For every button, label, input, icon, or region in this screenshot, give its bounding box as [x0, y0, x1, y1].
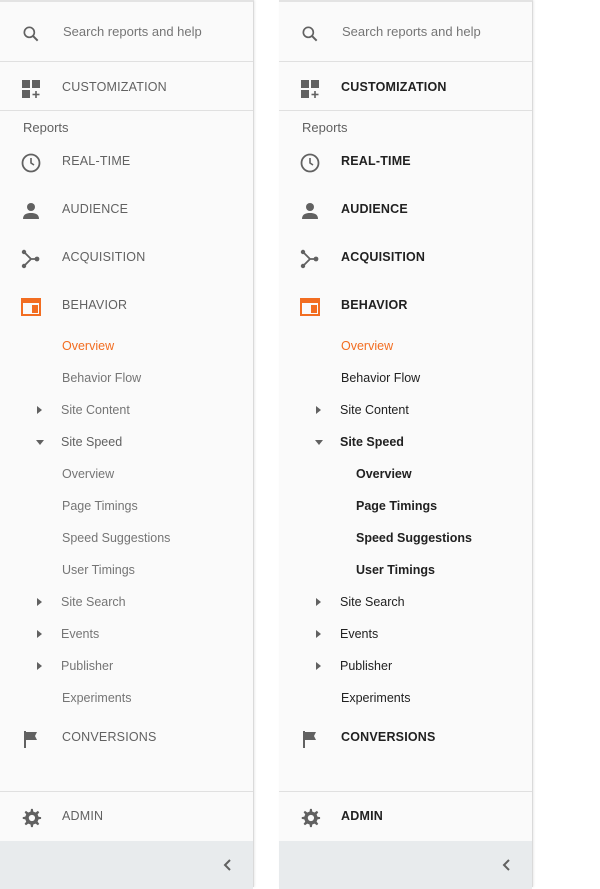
experiments[interactable]: Experiments	[341, 691, 410, 705]
site-search[interactable]: Site Search	[340, 595, 405, 609]
acquisition-icon	[21, 249, 40, 269]
nav-behavior[interactable]: BEHAVIOR	[279, 290, 532, 322]
nav-behavior-label: BEHAVIOR	[62, 298, 128, 312]
behavior-flow[interactable]: Behavior Flow	[62, 371, 141, 385]
nav-admin-label: ADMIN	[62, 809, 104, 823]
search-icon	[23, 26, 39, 42]
site-speed[interactable]: Site Speed	[61, 435, 122, 449]
nav-audience[interactable]: AUDIENCE	[0, 194, 253, 226]
divider	[0, 110, 253, 111]
nav-realtime[interactable]: REAL-TIME	[279, 146, 532, 178]
person-icon	[302, 203, 318, 219]
expand-arrow-icon[interactable]	[316, 406, 321, 414]
reports-heading: Reports	[23, 120, 69, 135]
events[interactable]: Events	[340, 627, 378, 641]
collapse-footer	[0, 841, 253, 889]
flag-icon	[24, 731, 37, 748]
speed-suggestions[interactable]: Speed Suggestions	[356, 531, 472, 545]
nav-acquisition-label: ACQUISITION	[62, 250, 146, 264]
nav-admin[interactable]: ADMIN	[0, 801, 253, 833]
nav-panel-left: Search reports and help CUSTOMIZATION Re…	[0, 0, 254, 889]
site-speed-overview[interactable]: Overview	[62, 467, 114, 481]
nav-realtime-label: REAL-TIME	[62, 154, 131, 168]
nav-customization-label: CUSTOMIZATION	[341, 80, 447, 94]
acquisition-icon	[300, 249, 319, 269]
nav-acquisition[interactable]: ACQUISITION	[279, 242, 532, 274]
nav-admin-label: ADMIN	[341, 809, 383, 823]
site-content[interactable]: Site Content	[61, 403, 130, 417]
search-placeholder[interactable]: Search reports and help	[342, 24, 481, 39]
nav-conversions[interactable]: CONVERSIONS	[279, 722, 532, 754]
divider	[279, 791, 532, 792]
person-icon	[23, 203, 39, 219]
nav-audience-label: AUDIENCE	[341, 202, 408, 216]
behavior-overview[interactable]: Overview	[341, 339, 393, 353]
clock-icon	[300, 153, 320, 173]
nav-realtime-label: REAL-TIME	[341, 154, 411, 168]
nav-conversions-label: CONVERSIONS	[62, 730, 157, 744]
expand-arrow-icon[interactable]	[37, 598, 42, 606]
divider	[279, 110, 532, 111]
divider	[0, 791, 253, 792]
chevron-left-icon[interactable]	[218, 855, 238, 875]
speed-suggestions[interactable]: Speed Suggestions	[62, 531, 170, 545]
expand-arrow-icon[interactable]	[316, 630, 321, 638]
user-timings[interactable]: User Timings	[356, 563, 435, 577]
experiments[interactable]: Experiments	[62, 691, 131, 705]
nav-panel-right: Search reports and help CUSTOMIZATION Re…	[279, 0, 533, 889]
clock-icon	[21, 153, 41, 173]
nav-audience-label: AUDIENCE	[62, 202, 129, 216]
expand-arrow-icon[interactable]	[37, 406, 42, 414]
nav-behavior[interactable]: BEHAVIOR	[0, 290, 253, 322]
nav-conversions-label: CONVERSIONS	[341, 730, 436, 744]
collapse-arrow-icon[interactable]	[315, 440, 323, 445]
reports-heading: Reports	[302, 120, 348, 135]
expand-arrow-icon[interactable]	[37, 630, 42, 638]
search-placeholder[interactable]: Search reports and help	[63, 24, 202, 39]
nav-audience[interactable]: AUDIENCE	[279, 194, 532, 226]
collapse-footer	[279, 841, 532, 889]
nav-acquisition-label: ACQUISITION	[341, 250, 426, 264]
nav-customization-label: CUSTOMIZATION	[62, 80, 167, 94]
collapse-arrow-icon[interactable]	[36, 440, 44, 445]
gear-icon	[301, 808, 321, 828]
chevron-left-icon[interactable]	[497, 855, 517, 875]
expand-arrow-icon[interactable]	[37, 662, 42, 670]
site-search[interactable]: Site Search	[61, 595, 126, 609]
site-content[interactable]: Site Content	[340, 403, 409, 417]
nav-customization[interactable]: CUSTOMIZATION	[279, 72, 532, 104]
events[interactable]: Events	[61, 627, 99, 641]
publisher[interactable]: Publisher	[340, 659, 392, 673]
site-speed[interactable]: Site Speed	[340, 435, 404, 449]
nav-conversions[interactable]: CONVERSIONS	[0, 722, 253, 754]
behavior-icon	[21, 298, 41, 316]
page-timings[interactable]: Page Timings	[356, 499, 437, 513]
flag-icon	[303, 731, 316, 748]
behavior-flow[interactable]: Behavior Flow	[341, 371, 420, 385]
behavior-overview[interactable]: Overview	[62, 339, 114, 353]
user-timings[interactable]: User Timings	[62, 563, 135, 577]
gear-icon	[22, 808, 42, 828]
nav-behavior-label: BEHAVIOR	[341, 298, 408, 312]
nav-realtime[interactable]: REAL-TIME	[0, 146, 253, 178]
nav-admin[interactable]: ADMIN	[279, 801, 532, 833]
publisher[interactable]: Publisher	[61, 659, 113, 673]
search-icon	[302, 26, 318, 42]
behavior-icon	[300, 298, 320, 316]
search-bar[interactable]: Search reports and help	[279, 2, 532, 62]
nav-customization[interactable]: CUSTOMIZATION	[0, 72, 253, 104]
page-timings[interactable]: Page Timings	[62, 499, 138, 513]
site-speed-overview[interactable]: Overview	[356, 467, 412, 481]
expand-arrow-icon[interactable]	[316, 598, 321, 606]
dashboard-icon	[301, 80, 319, 98]
search-bar[interactable]: Search reports and help	[0, 2, 253, 62]
nav-acquisition[interactable]: ACQUISITION	[0, 242, 253, 274]
dashboard-icon	[22, 80, 40, 98]
expand-arrow-icon[interactable]	[316, 662, 321, 670]
